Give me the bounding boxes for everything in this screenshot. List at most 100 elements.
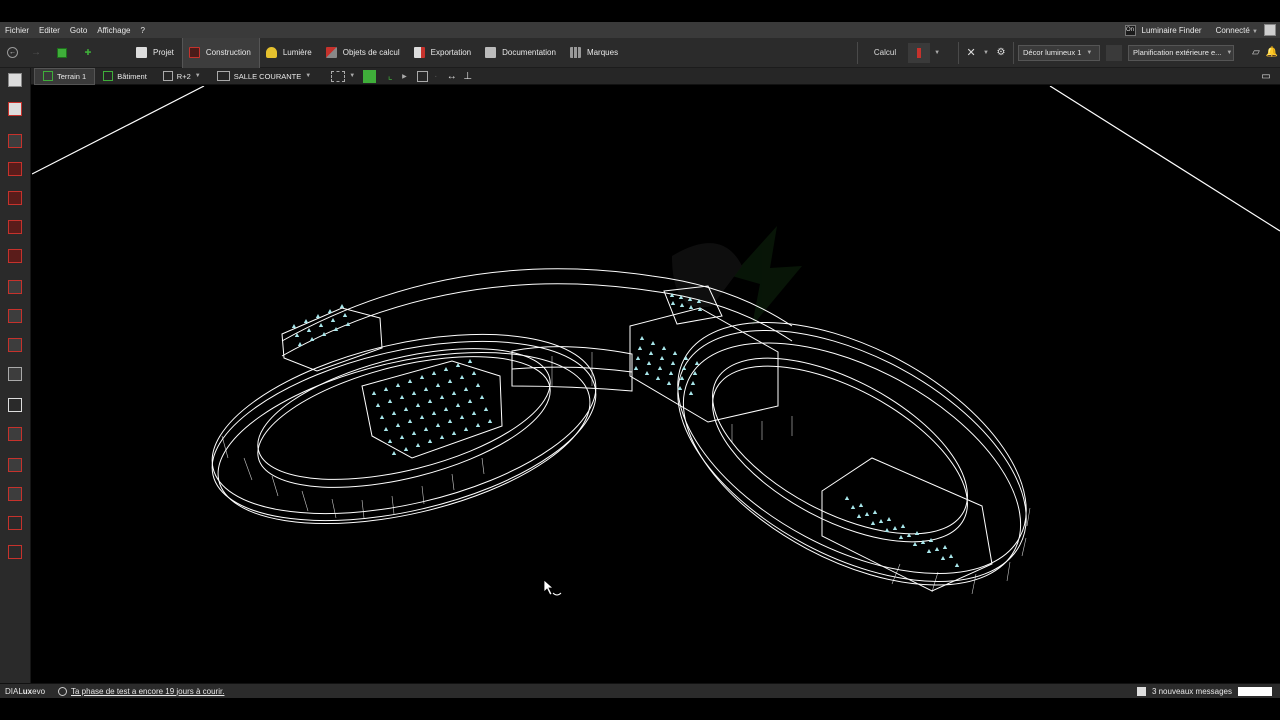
tab-construction[interactable]: Construction: [181, 37, 260, 68]
calc-start-icon[interactable]: [908, 42, 931, 63]
menu-fichier[interactable]: Fichier: [0, 26, 34, 35]
luminaire-icon: [940, 556, 946, 560]
tab-label: Documentation: [502, 48, 556, 57]
luminaire-icon: [659, 356, 665, 360]
luminaire-icon: [309, 337, 315, 341]
bell-icon[interactable]: 🔔: [1264, 45, 1280, 61]
zoom-extents-icon[interactable]: [416, 70, 428, 82]
disk-icon[interactable]: [1136, 686, 1146, 696]
tab-documentation[interactable]: Documentation: [479, 38, 564, 68]
green-box-icon[interactable]: [363, 69, 377, 83]
floor-icon[interactable]: [8, 249, 22, 263]
close-icon[interactable]: ✕: [963, 45, 979, 61]
luminaire-icon: [399, 435, 405, 439]
luminaire-icon: [431, 411, 437, 415]
breadcrumb-level[interactable]: R+2 ▼: [155, 68, 209, 85]
luminaire-icon: [399, 395, 405, 399]
measure-icon[interactable]: ↔: [444, 68, 460, 84]
trial-message-link[interactable]: Ta phase de test a encore 19 jours à cou…: [58, 686, 225, 696]
luminaire-icon: [942, 545, 948, 549]
terrain-icon: [43, 71, 53, 81]
roof-icon[interactable]: [8, 309, 22, 323]
building-wireframe: [211, 268, 1027, 592]
frame-icon[interactable]: [8, 516, 22, 530]
luminaire-icon: [926, 549, 932, 553]
planning-dropdown[interactable]: Planification extérieure e... ▼: [1128, 44, 1234, 61]
curve-icon[interactable]: [8, 458, 22, 472]
extrude-icon[interactable]: [8, 367, 22, 381]
layers-icon[interactable]: ▱: [1248, 45, 1264, 61]
breadcrumb-room[interactable]: SALLE COURANTE ▼: [209, 68, 319, 85]
trial-text: Ta phase de test a encore 19 jours à cou…: [71, 686, 225, 696]
menu-help[interactable]: ?: [135, 26, 149, 35]
luminaire-icon: [668, 371, 674, 375]
luminaire-icon: [403, 407, 409, 411]
dimension-icon[interactable]: ⊥: [460, 68, 476, 84]
building-label: Bâtiment: [117, 71, 147, 81]
message-indicator[interactable]: [1238, 686, 1272, 696]
planning-label: Planification extérieure e...: [1133, 48, 1222, 57]
tab-label: Construction: [205, 48, 251, 57]
3d-viewport[interactable]: [32, 86, 1280, 683]
tab-marques[interactable]: Marques: [564, 38, 626, 68]
left-toolbox: [0, 68, 31, 683]
calc-button[interactable]: Calcul: [862, 48, 908, 57]
tab-projet[interactable]: Projet: [130, 38, 182, 68]
wall-icon[interactable]: [8, 162, 22, 176]
chevron-down-icon[interactable]: ▼: [983, 50, 989, 56]
gear-icon[interactable]: ⚙: [993, 45, 1009, 61]
scene-dropdown[interactable]: Décor lumineux 1 ▼: [1018, 44, 1100, 61]
chevron-down-icon[interactable]: ▼: [349, 73, 355, 79]
luminaire-icon: [892, 526, 898, 530]
box-icon[interactable]: [8, 338, 22, 352]
scene-settings-icon[interactable]: [1106, 44, 1122, 61]
luminaire-icon: [487, 419, 493, 423]
luminaire-icon: [479, 395, 485, 399]
luminaire-finder-link[interactable]: Luminaire Finder: [1142, 26, 1202, 35]
connected-dropdown[interactable]: Connecté ▼: [1216, 26, 1258, 35]
breadcrumb-building[interactable]: Bâtiment: [95, 68, 155, 85]
room-tool-icon[interactable]: [8, 191, 22, 205]
chevron-down-icon[interactable]: ▼: [934, 50, 940, 56]
menu-affichage[interactable]: Affichage: [92, 26, 135, 35]
separator: [856, 41, 858, 64]
green-l-icon[interactable]: ⌞: [382, 68, 398, 84]
luminaire-icon: [644, 371, 650, 375]
avatar[interactable]: [1264, 24, 1276, 36]
wireframe-grid: [221, 352, 1031, 595]
save-icon[interactable]: [54, 45, 70, 61]
luminaire-icon: [681, 366, 687, 370]
menu-editer[interactable]: Editer: [34, 26, 65, 35]
room-icon: [216, 71, 230, 81]
split-icon[interactable]: [8, 487, 22, 501]
save-as-icon[interactable]: ✚: [80, 45, 96, 61]
dots-icon[interactable]: ·: [428, 68, 444, 84]
cube-icon[interactable]: [8, 280, 22, 294]
draw-tool-icon[interactable]: [8, 134, 22, 148]
breadcrumb-terrain[interactable]: Terrain 1: [34, 67, 96, 85]
forward-icon[interactable]: →: [28, 45, 44, 61]
chevron-right-icon[interactable]: ▶: [402, 73, 407, 80]
selection-mode-icon[interactable]: [331, 70, 346, 82]
luminaire-icon: [884, 528, 890, 532]
tab-exportation[interactable]: Exportation: [408, 38, 479, 68]
table-icon[interactable]: [8, 398, 22, 412]
monitor-icon[interactable]: ▭: [1258, 68, 1274, 84]
luminaire-icon: [688, 391, 694, 395]
menu-goto[interactable]: Goto: [65, 26, 92, 35]
dwg-import-icon[interactable]: [8, 73, 22, 87]
tree-icon[interactable]: [8, 545, 22, 559]
luminaire-icon: [415, 443, 421, 447]
luminaire-icon: [306, 328, 312, 332]
messages-count[interactable]: 3 nouveaux messages: [1152, 687, 1232, 696]
luminaire-icon: [870, 521, 876, 525]
luminaire-icon: [447, 419, 453, 423]
door-icon[interactable]: [8, 220, 22, 234]
luminaire-icon: [455, 403, 461, 407]
tab-objets-calcul[interactable]: Objets de calcul: [320, 38, 408, 68]
ifc-import-icon[interactable]: [8, 102, 22, 116]
back-icon[interactable]: ←: [7, 47, 18, 58]
tab-lumiere[interactable]: Lumière: [260, 38, 320, 68]
dialux-logo: DIALuxevo: [0, 687, 58, 696]
material-icon[interactable]: [8, 427, 22, 441]
